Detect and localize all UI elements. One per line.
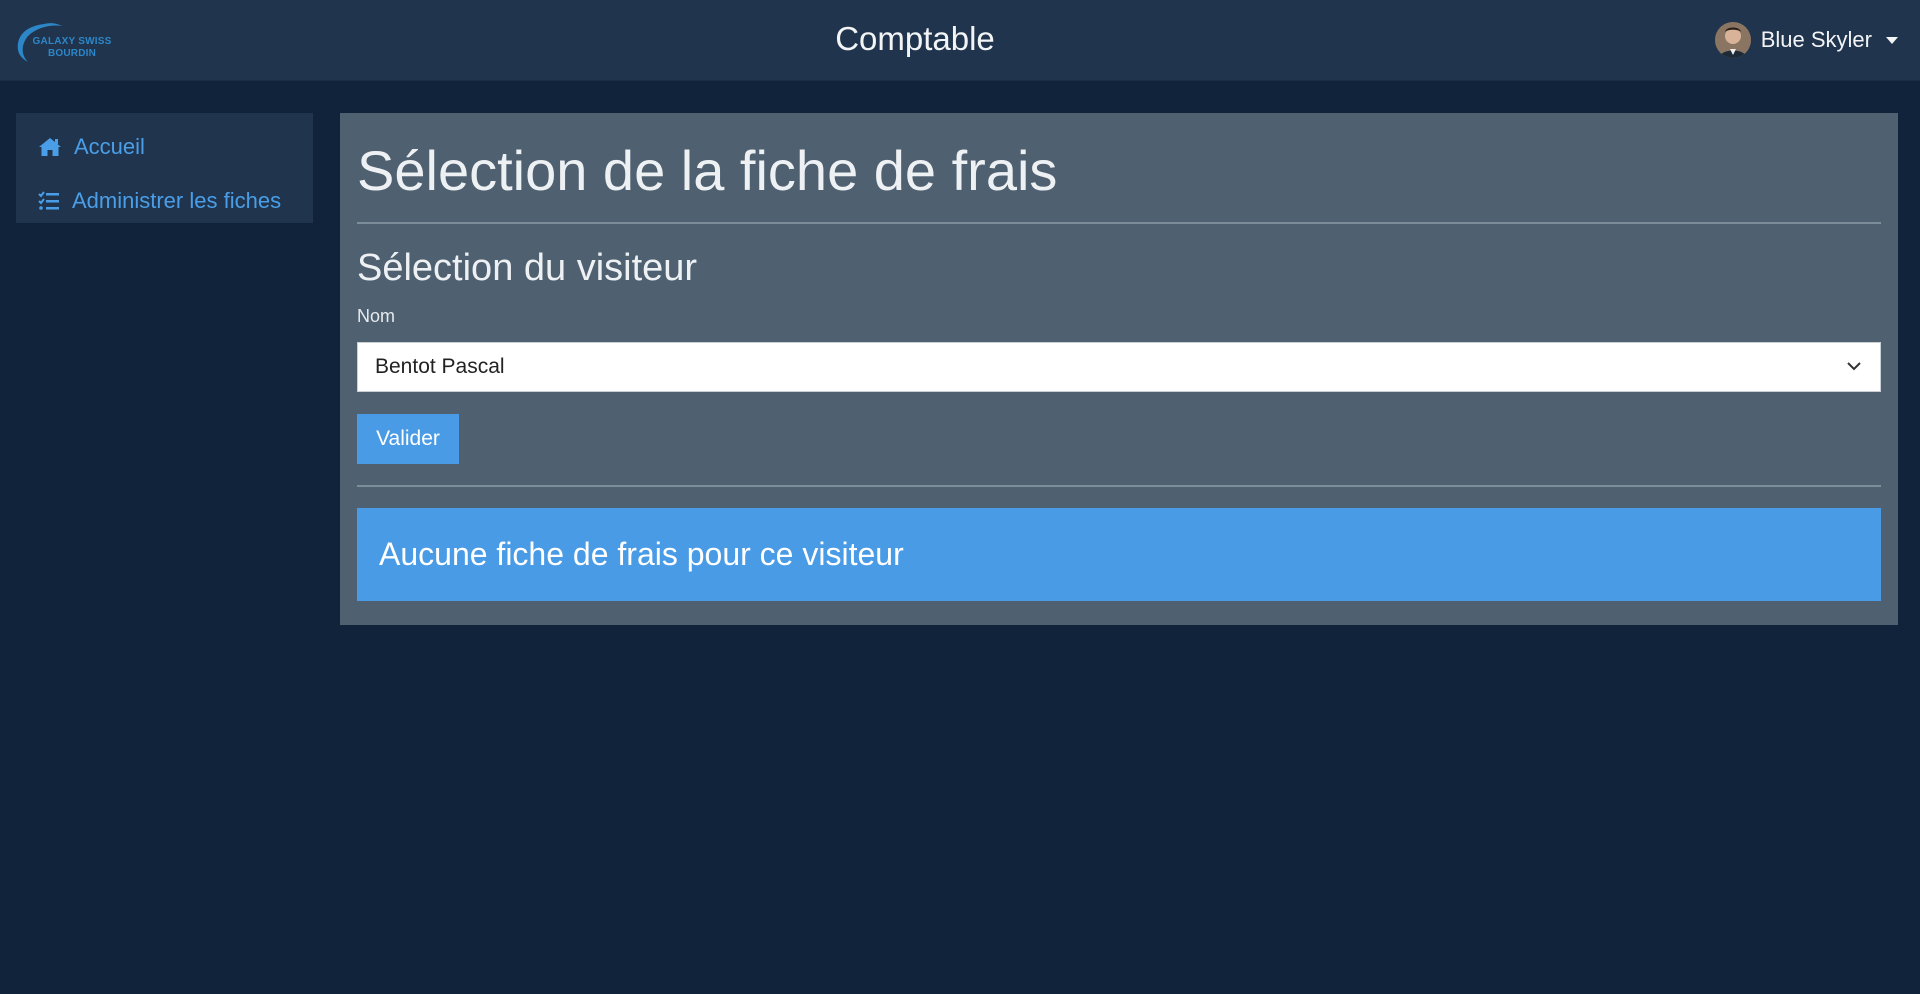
no-expense-report-alert: Aucune fiche de frais pour ce visiteur: [357, 507, 1881, 601]
valider-button[interactable]: Valider: [357, 413, 459, 464]
section-title: Sélection du visiteur: [357, 247, 698, 289]
user-name: Blue Skyler: [1760, 27, 1872, 52]
visitor-name-label: Nom: [357, 305, 396, 326]
page-title: Sélection de la fiche de frais: [357, 139, 1058, 202]
main-panel: Sélection de la fiche de frais Sélection…: [340, 113, 1898, 625]
tasks-list-icon: [38, 191, 59, 210]
top-navbar: GALAXY SWISS BOURDIN Comptable Blue Skyl…: [0, 0, 1920, 81]
divider: [357, 484, 1881, 487]
visitor-select[interactable]: Bentot Pascal: [357, 341, 1881, 392]
sidebar-item-label: Administrer les fiches: [72, 188, 282, 213]
sidebar: Accueil Administrer les fiches: [16, 113, 313, 223]
app-title: Comptable: [835, 20, 995, 57]
caret-down-icon: [1886, 36, 1898, 44]
sidebar-item-label: Accueil: [74, 134, 145, 159]
chevron-down-icon: [1847, 361, 1861, 371]
user-avatar: [1714, 22, 1751, 58]
sidebar-item-administrer-les-fiches[interactable]: Administrer les fiches: [16, 181, 313, 221]
sidebar-item-accueil[interactable]: Accueil: [16, 127, 313, 167]
home-icon: [39, 138, 61, 156]
user-menu-toggle[interactable]: Blue Skyler: [1714, 20, 1898, 60]
visitor-select-value: Bentot Pascal: [375, 354, 505, 378]
